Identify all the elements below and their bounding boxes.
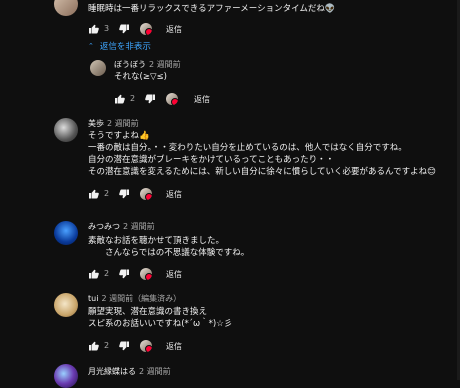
timestamp[interactable]: 2 週間前 xyxy=(107,119,139,128)
reply-button[interactable]: 返信 xyxy=(166,24,182,35)
comment-author[interactable]: tui 2 週間前（編集済み） xyxy=(88,293,181,304)
comment-text: 睡眠時は一番リラックスできるアファーメーションタイムだね👽 xyxy=(88,4,336,14)
comment-text-line: 自分の潜在意識がブレーキをかけているってこともあったり・・ xyxy=(88,155,335,165)
creator-heart-icon xyxy=(166,93,178,105)
hide-replies-button[interactable]: ⌃ 返信を非表示 xyxy=(88,40,151,52)
comment-text-line: そうですよね👍 xyxy=(88,131,150,141)
author-name[interactable]: tui xyxy=(88,294,98,303)
reply-button[interactable]: 返信 xyxy=(194,94,210,105)
creator-heart-icon xyxy=(140,23,152,35)
author-name[interactable]: 月光縁蝶はる xyxy=(88,367,136,376)
thumbs-down-icon[interactable] xyxy=(118,23,130,35)
avatar[interactable] xyxy=(54,221,78,245)
avatar[interactable] xyxy=(54,0,78,16)
like-count: 3 xyxy=(104,24,110,33)
like-count: 2 xyxy=(104,189,110,198)
avatar[interactable] xyxy=(54,118,78,142)
reply-button[interactable]: 返信 xyxy=(166,269,182,280)
avatar[interactable] xyxy=(54,364,78,388)
timestamp[interactable]: 2 週間前 xyxy=(123,222,155,231)
thumbs-up-icon[interactable] xyxy=(114,93,126,105)
thumbs-down-icon[interactable] xyxy=(118,188,130,200)
hide-replies-label: 返信を非表示 xyxy=(99,42,151,52)
chevron-up-icon: ⌃ xyxy=(88,42,94,50)
thumbs-down-icon[interactable] xyxy=(118,268,130,280)
thumbs-up-icon[interactable] xyxy=(88,188,100,200)
creator-heart-icon xyxy=(140,340,152,352)
avatar[interactable] xyxy=(90,60,106,76)
timestamp[interactable]: 2 週間前 xyxy=(139,367,171,376)
comment-actions: 2 返信 xyxy=(114,93,254,107)
reply-button[interactable]: 返信 xyxy=(166,341,182,352)
thumbs-up-icon[interactable] xyxy=(88,23,100,35)
comment-actions: 2 返信 xyxy=(88,188,228,202)
comment-author[interactable]: ぼうぼう 2 週間前 xyxy=(114,59,181,70)
comment-author[interactable]: 月光縁蝶はる 2 週間前 xyxy=(88,366,171,377)
author-name[interactable]: ぼうぼう xyxy=(114,60,146,69)
comment-text-line: 素敵なお話を聴かせて頂きました。 xyxy=(88,236,225,246)
comment-actions: 2 返信 xyxy=(88,268,228,282)
like-count: 2 xyxy=(104,269,110,278)
thumbs-down-icon[interactable] xyxy=(144,93,156,105)
author-name[interactable]: 美歩 xyxy=(88,119,104,128)
like-count: 2 xyxy=(130,94,136,103)
comment-text-line: 願望実現、潜在意識の書き換え xyxy=(88,307,208,317)
comment-text: それな(≥▽≤) xyxy=(114,72,167,82)
thumbs-up-icon[interactable] xyxy=(88,340,100,352)
comment-text-line: 一番の敵は自分。・・変わりたい自分を止めているのは、他人ではなく自分ですね。 xyxy=(88,143,407,153)
thumbs-down-icon[interactable] xyxy=(118,340,130,352)
thumbs-up-icon[interactable] xyxy=(88,268,100,280)
comment-text-line: その潜在意識を変えるためには、新しい自分に徐々に慣らしていく必要があるんですよね… xyxy=(88,167,436,177)
like-count: 2 xyxy=(104,341,110,350)
reply-button[interactable]: 返信 xyxy=(166,189,182,200)
author-name[interactable]: みつみつ xyxy=(88,222,120,231)
creator-heart-icon xyxy=(140,268,152,280)
timestamp[interactable]: 2 週間前 xyxy=(149,60,181,69)
timestamp[interactable]: 2 週間前（編集済み） xyxy=(101,294,181,303)
comment-author[interactable]: みつみつ 2 週間前 xyxy=(88,221,155,232)
creator-heart-icon xyxy=(140,188,152,200)
comment-actions: 2 返信 xyxy=(88,340,228,354)
comment-author[interactable]: 美歩 2 週間前 xyxy=(88,118,139,129)
avatar[interactable] xyxy=(54,293,78,317)
comment-actions: 3 返信 xyxy=(88,23,228,37)
comment-text-line: さんならではの不思議な体験ですね。 xyxy=(88,248,250,258)
comment-text-line: スピ系のお話いいですね(*´ω｀*)☆彡 xyxy=(88,319,233,329)
